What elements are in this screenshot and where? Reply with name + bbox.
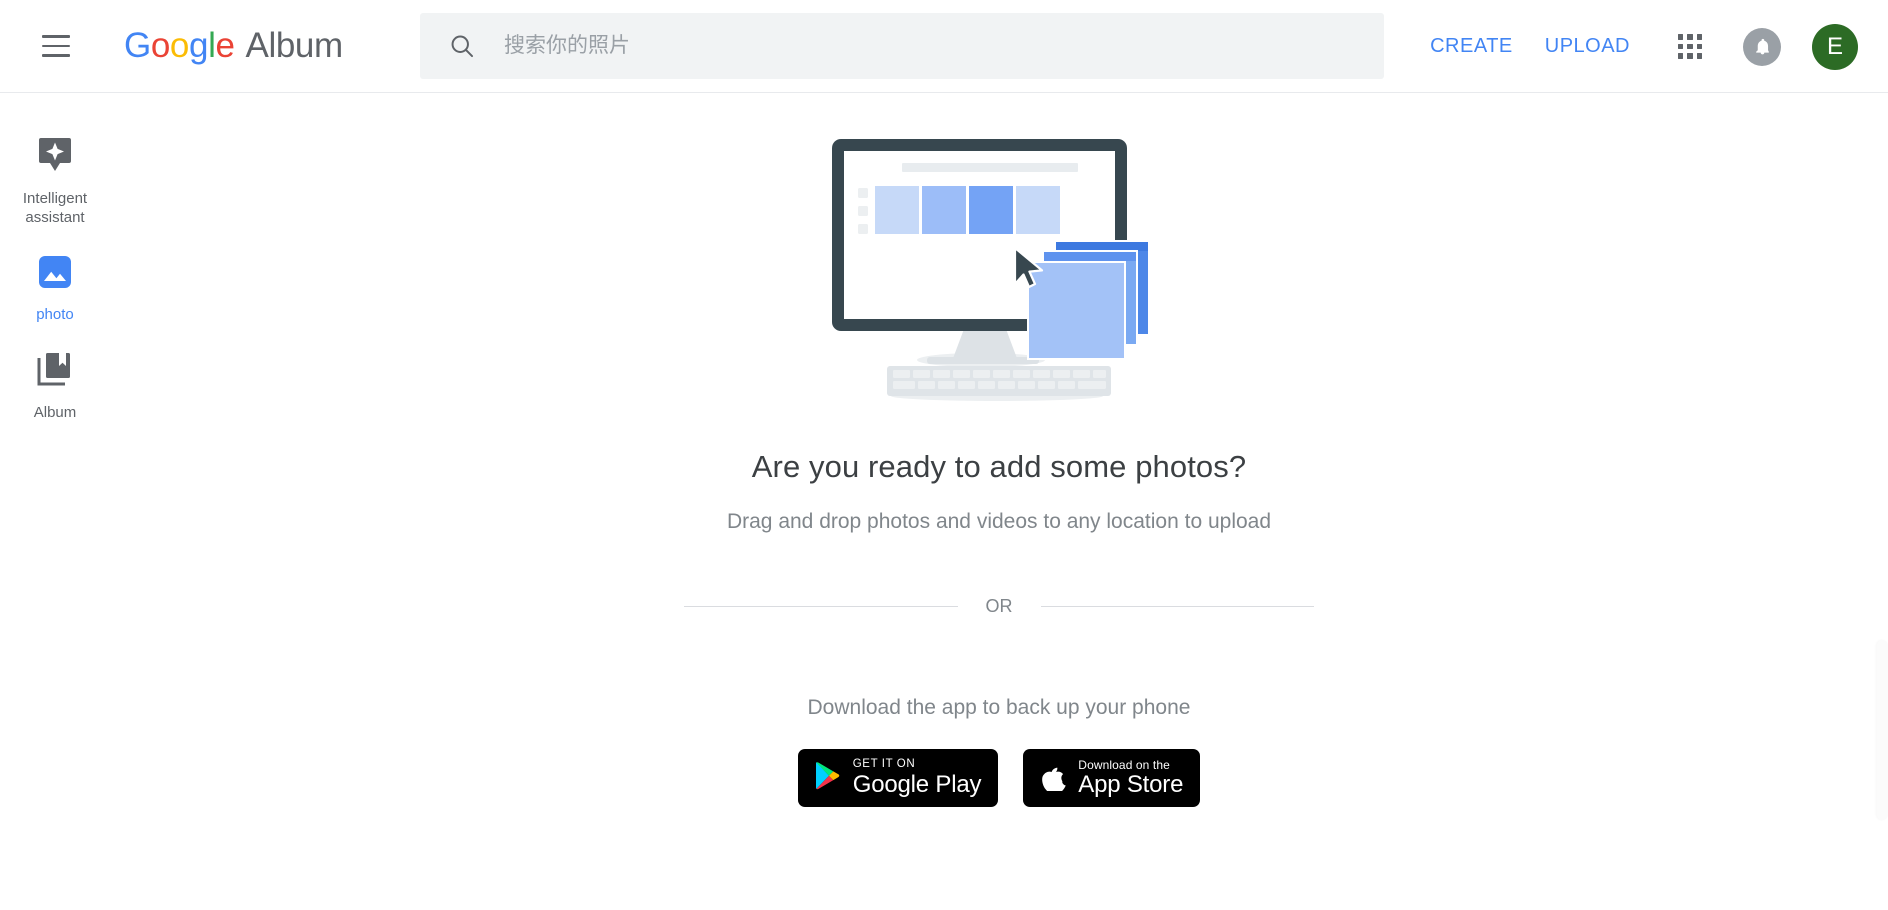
sidebar-item-label: Intelligent assistant [22, 190, 88, 226]
google-play-badge[interactable]: GET IT ON Google Play [797, 749, 999, 807]
apps-grid-icon[interactable] [1662, 19, 1718, 75]
upload-button[interactable]: UPLOAD [1529, 23, 1646, 70]
logo-letter-g2: g [188, 26, 209, 65]
photo-icon [37, 254, 73, 295]
hamburger-menu-icon[interactable] [26, 16, 86, 76]
hamburger-bar [42, 35, 70, 38]
google-play-icon [815, 761, 841, 795]
hamburger-bar [42, 44, 70, 48]
divider-line-left [684, 606, 958, 607]
desktop-monitor-with-photos-illustration [829, 136, 1169, 409]
badge-big-text: App Store [1078, 771, 1184, 798]
logo-letter-e: e [215, 26, 235, 65]
search-bar[interactable] [420, 13, 1384, 79]
badge-small-text: GET IT ON [852, 758, 916, 771]
grid-dot [1687, 34, 1693, 40]
app-store-badge[interactable]: Download on the App Store [1023, 749, 1201, 807]
sidebar-item-label: Album [33, 404, 77, 422]
app-store-badges: GET IT ON Google Play Download on the Ap… [797, 749, 1201, 807]
or-label: OR [985, 596, 1013, 616]
page-subtitle: Drag and drop photos and videos to any l… [726, 510, 1272, 533]
grid-dot [1696, 34, 1703, 40]
app-store-badge-text: Download on the App Store [1078, 759, 1183, 797]
bell-icon[interactable] [1734, 19, 1790, 75]
logo-letter-o2: o [169, 26, 189, 65]
sidebar: Intelligent assistant photo Album [0, 94, 110, 910]
grid-dot [1677, 34, 1684, 40]
hamburger-bar [42, 54, 70, 57]
app-name: Album [245, 26, 344, 65]
badge-big-text: Google Play [852, 770, 982, 798]
grid-dot [1687, 53, 1693, 59]
bell-icon-circle [1743, 27, 1781, 66]
avatar[interactable]: E [1812, 23, 1858, 70]
app-logo[interactable]: Google Album [124, 26, 343, 66]
grid-dot [1677, 43, 1684, 50]
sidebar-item-label: photo [36, 305, 74, 323]
grid-dot [1687, 43, 1693, 50]
logo-letter-o1: o [150, 26, 170, 65]
grid-dot [1696, 43, 1703, 50]
search-icon [448, 32, 476, 60]
logo-letter-g: G [124, 26, 151, 65]
sidebar-item-photo[interactable]: photo [0, 238, 110, 335]
apple-icon [1040, 760, 1066, 796]
page-title: Are you ready to add some photos? [751, 449, 1247, 484]
divider-line-right [1040, 606, 1314, 607]
search-input[interactable] [502, 33, 1322, 59]
scrollbar-thumb[interactable] [1877, 640, 1888, 820]
or-divider: OR [684, 596, 1314, 617]
download-prompt: Download the app to back up your phone [807, 696, 1191, 719]
grid-dot [1677, 53, 1684, 59]
header-actions: CREATE UPLOAD E [1414, 0, 1866, 93]
album-book-icon [36, 350, 74, 393]
apps-grid-glyph [1677, 34, 1703, 59]
app-header: GoogleAlbum CREATE UPLOAD [0, 0, 1888, 93]
create-button[interactable]: CREATE [1414, 23, 1529, 70]
badge-small-text: Download on the [1078, 758, 1170, 772]
sidebar-item-intelligent-assistant[interactable]: Intelligent assistant [0, 120, 110, 238]
grid-dot [1696, 53, 1703, 59]
main-content: Are you ready to add some photos? Drag a… [110, 94, 1888, 910]
assistant-sparkle-icon [38, 136, 72, 179]
sidebar-item-album[interactable]: Album [0, 334, 110, 433]
google-play-badge-text: GET IT ON Google Play [853, 759, 982, 797]
